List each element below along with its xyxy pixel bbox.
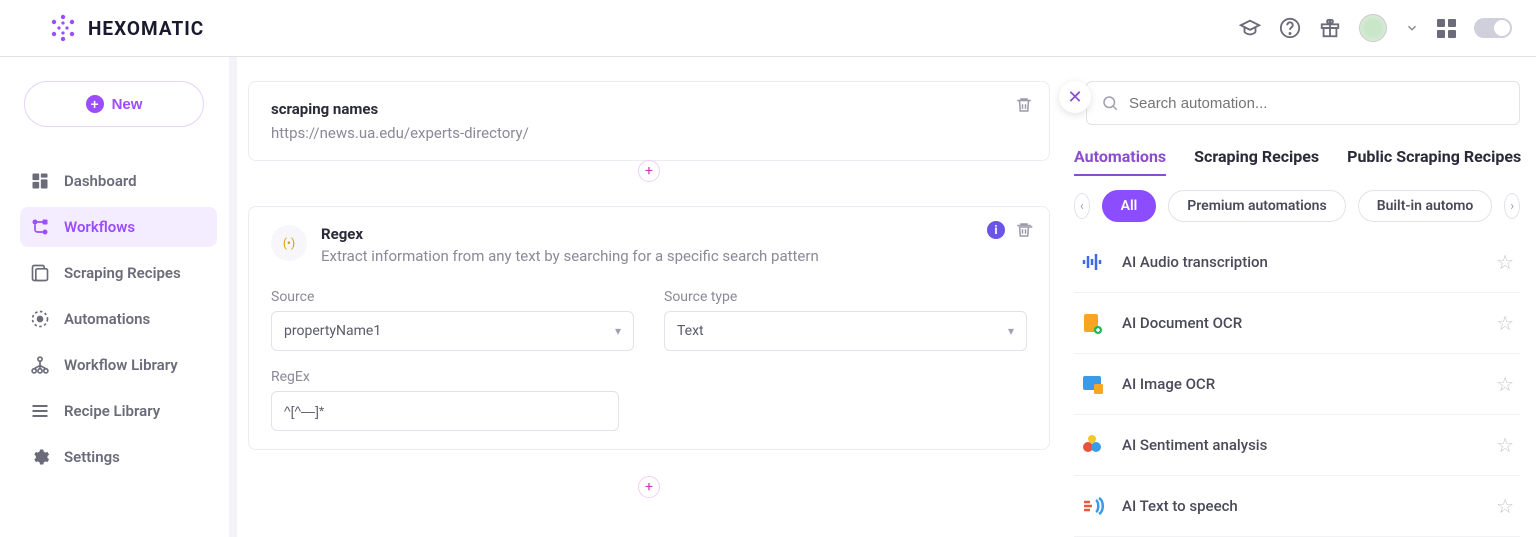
- chevron-down-icon: ▾: [615, 324, 621, 338]
- recipe-library-icon: [30, 401, 50, 421]
- tts-icon: [1080, 494, 1104, 518]
- dashboard-icon: [30, 171, 50, 191]
- sidebar-item-label: Automations: [64, 310, 150, 328]
- audio-icon: [1080, 250, 1104, 274]
- plus-icon: +: [86, 95, 104, 113]
- source-type-value: Text: [677, 323, 704, 339]
- star-icon[interactable]: ☆: [1496, 494, 1514, 518]
- automation-list: AI Audio transcription ☆ AI Document OCR…: [1074, 232, 1520, 537]
- add-step-button[interactable]: +: [638, 476, 660, 498]
- main-content: scraping names https://news.ua.edu/exper…: [230, 57, 1074, 537]
- automation-name: AI Sentiment analysis: [1122, 436, 1478, 454]
- step-url: https://news.ua.edu/experts-directory/: [271, 124, 1027, 142]
- new-button[interactable]: + New: [24, 81, 204, 127]
- automation-panel: ✕ Automations Scraping Recipes Public Sc…: [1074, 57, 1536, 537]
- star-icon[interactable]: ☆: [1496, 250, 1514, 274]
- gear-icon: [30, 447, 50, 467]
- chips-prev[interactable]: ‹: [1074, 193, 1090, 219]
- tab-automations[interactable]: Automations: [1074, 147, 1166, 176]
- regex-icon: (•): [271, 225, 307, 261]
- workflow-step-scraping: scraping names https://news.ua.edu/exper…: [248, 81, 1050, 161]
- sidebar-item-label: Scraping Recipes: [64, 264, 181, 282]
- avatar[interactable]: [1359, 14, 1387, 42]
- chevron-down-icon[interactable]: [1405, 21, 1419, 35]
- regex-title: Regex: [321, 225, 819, 243]
- sidebar-item-label: Dashboard: [64, 172, 137, 190]
- document-icon: [1080, 311, 1104, 335]
- automation-name: AI Text to speech: [1122, 497, 1478, 515]
- topbar-actions: [1239, 14, 1512, 42]
- trash-icon[interactable]: [1015, 96, 1033, 114]
- tab-scraping-recipes[interactable]: Scraping Recipes: [1194, 147, 1319, 176]
- academy-icon[interactable]: [1239, 17, 1261, 39]
- chevron-down-icon: ▾: [1008, 324, 1014, 338]
- info-icon[interactable]: i: [987, 221, 1005, 239]
- image-icon: [1080, 372, 1104, 396]
- panel-tabs: Automations Scraping Recipes Public Scra…: [1074, 147, 1520, 176]
- help-icon[interactable]: [1279, 17, 1301, 39]
- sidebar-item-label: Settings: [64, 448, 120, 466]
- star-icon[interactable]: ☆: [1496, 372, 1514, 396]
- automation-name: AI Document OCR: [1122, 314, 1478, 332]
- sidebar-item-label: Workflows: [64, 218, 135, 236]
- sidebar-item-workflow-library[interactable]: Workflow Library: [20, 345, 217, 385]
- topbar: HEXOMATIC: [0, 0, 1536, 57]
- filter-chips: ‹ All Premium automations Built-in autom…: [1074, 190, 1520, 222]
- gift-icon[interactable]: [1319, 17, 1341, 39]
- collapse-icon[interactable]: —: [1018, 215, 1033, 239]
- tab-public-scraping-recipes[interactable]: Public Scraping Recipes: [1347, 147, 1521, 176]
- automation-document-ocr[interactable]: AI Document OCR ☆: [1074, 293, 1520, 354]
- source-type-label: Source type: [664, 289, 1027, 305]
- sidebar-item-settings[interactable]: Settings: [20, 437, 217, 477]
- source-label: Source: [271, 289, 634, 305]
- source-type-select[interactable]: Text ▾: [664, 311, 1027, 351]
- automation-audio-transcription[interactable]: AI Audio transcription ☆: [1074, 232, 1520, 293]
- theme-toggle[interactable]: [1474, 18, 1512, 38]
- chip-builtin[interactable]: Built-in automo: [1358, 190, 1493, 222]
- close-panel-button[interactable]: ✕: [1059, 81, 1091, 113]
- sidebar-item-workflows[interactable]: Workflows: [20, 207, 217, 247]
- automation-text-to-speech[interactable]: AI Text to speech ☆: [1074, 476, 1520, 537]
- chip-all[interactable]: All: [1102, 190, 1157, 222]
- scraping-icon: [30, 263, 50, 283]
- chips-next[interactable]: ›: [1504, 193, 1520, 219]
- add-step-button[interactable]: +: [638, 160, 660, 182]
- workflows-icon: [30, 217, 50, 237]
- logo-text: HEXOMATIC: [88, 17, 204, 40]
- sidebar-item-automations[interactable]: Automations: [20, 299, 217, 339]
- step-title: scraping names: [271, 100, 1027, 118]
- regex-desc: Extract information from any text by sea…: [321, 247, 819, 265]
- logo[interactable]: HEXOMATIC: [48, 13, 204, 43]
- workflow-step-regex: i — (•) Regex Extract information from a…: [248, 206, 1050, 450]
- sidebar-item-label: Recipe Library: [64, 402, 160, 420]
- sidebar-item-scraping-recipes[interactable]: Scraping Recipes: [20, 253, 217, 293]
- sidebar-item-recipe-library[interactable]: Recipe Library: [20, 391, 217, 431]
- automation-image-ocr[interactable]: AI Image OCR ☆: [1074, 354, 1520, 415]
- automation-name: AI Audio transcription: [1122, 253, 1478, 271]
- sidebar-item-dashboard[interactable]: Dashboard: [20, 161, 217, 201]
- regex-input[interactable]: [271, 391, 619, 431]
- source-value: propertyName1: [284, 323, 381, 339]
- sidebar-item-label: Workflow Library: [64, 356, 178, 374]
- sidebar: + New Dashboard Workflows Scraping Recip…: [0, 57, 230, 537]
- regex-label: RegEx: [271, 369, 1027, 385]
- logo-icon: [48, 13, 78, 43]
- library-icon: [30, 355, 50, 375]
- automation-name: AI Image OCR: [1122, 375, 1478, 393]
- chip-premium[interactable]: Premium automations: [1168, 190, 1345, 222]
- automation-sentiment-analysis[interactable]: AI Sentiment analysis ☆: [1074, 415, 1520, 476]
- search-box: [1086, 81, 1520, 125]
- sentiment-icon: [1080, 433, 1104, 457]
- source-select[interactable]: propertyName1 ▾: [271, 311, 634, 351]
- search-icon: [1101, 94, 1119, 112]
- search-input[interactable]: [1129, 95, 1505, 112]
- automations-icon: [30, 309, 50, 329]
- apps-icon[interactable]: [1437, 19, 1456, 38]
- star-icon[interactable]: ☆: [1496, 311, 1514, 335]
- new-button-label: New: [112, 96, 143, 113]
- star-icon[interactable]: ☆: [1496, 433, 1514, 457]
